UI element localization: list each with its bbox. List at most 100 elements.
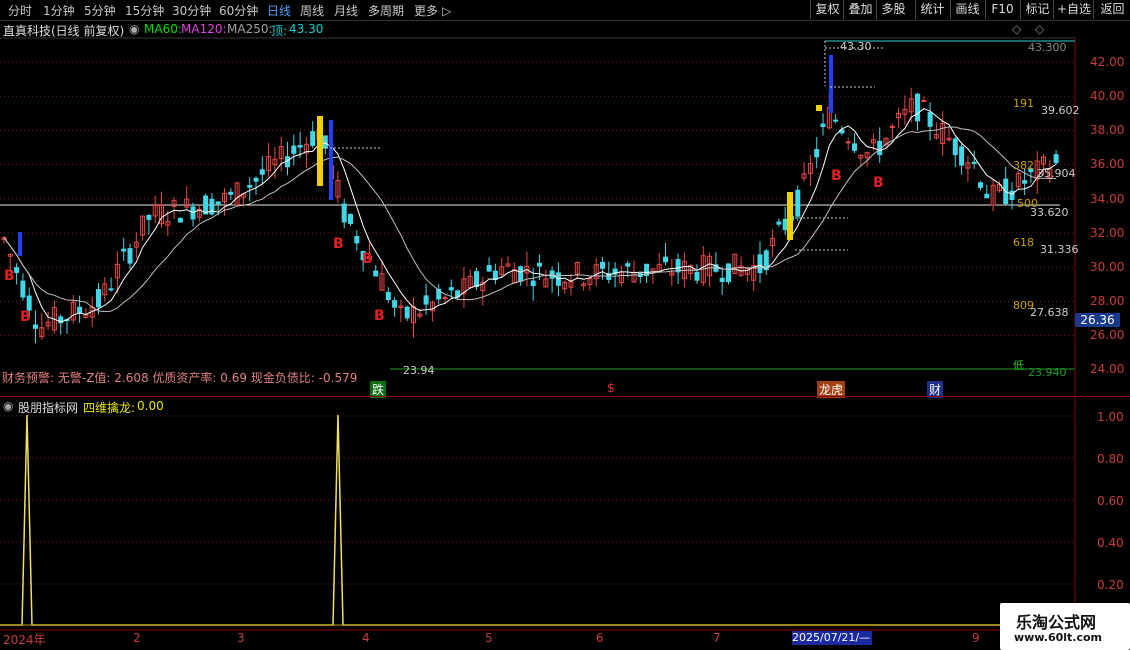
candle-body [177,217,183,223]
candle-body [663,256,668,263]
highlight-bar-yellow [816,105,822,111]
candle-body [14,267,20,273]
candle-body [121,248,127,252]
settings-icon[interactable]: ◉ [3,399,13,413]
candle-body [442,296,448,299]
event-marker-dollar[interactable]: $ [607,381,615,395]
candle-body [795,189,801,217]
sub-tick: 0.60 [1097,494,1124,508]
candle-body [518,266,524,282]
price-tick: 42.00 [1090,55,1125,69]
candle-body [247,184,253,188]
high-right-value: 43.300 [1028,41,1067,54]
candle-body [814,149,820,158]
highlight-bar-yellow [787,192,793,240]
candle-body [373,270,379,277]
fib-382-label: 382 [1013,159,1034,172]
price-tick: 40.00 [1090,89,1125,103]
candle-body [776,221,782,225]
candle-body [852,143,857,151]
sub-tick: 0.80 [1097,452,1124,466]
fib-500-value: 33.620 [1030,206,1069,219]
candle-body [203,195,209,215]
panel-divider[interactable] [0,396,1130,397]
candle-body [719,277,725,283]
candle-body [889,125,895,128]
price-tick: 26.00 [1090,328,1125,342]
price-tick: 30.00 [1090,260,1125,274]
watermark-url: www.60lt.com [1014,631,1103,644]
candle-body [127,248,133,264]
candle-body [354,235,360,244]
candle-body [915,93,920,122]
sub-tick: 0.20 [1097,578,1124,592]
buy-signal-label: B [873,175,884,191]
candle-body [310,131,316,146]
time-label: 3 [237,631,245,645]
time-label: 2024年 [3,633,46,647]
candle-body [297,144,303,148]
time-label: 2 [133,631,141,645]
price-tick: 34.00 [1090,192,1125,206]
candle-body [423,295,429,305]
buy-signal-label: B [362,251,373,267]
candle-body [726,263,731,283]
candle-body [978,182,983,188]
candle-body [782,218,788,231]
candle-body [757,254,763,274]
candle-body [259,169,265,175]
candle-body [820,123,826,127]
low-price-label: 23.94 [403,364,435,377]
fib-618-label: 618 [1013,236,1034,249]
buy-signal-label: B [4,268,15,284]
candle-body [952,138,958,156]
fib-618-value: 31.336 [1040,243,1079,256]
highlight-bar-blue [18,232,22,256]
highlight-bar-blue [329,120,333,200]
kline-chart[interactable] [0,0,1130,650]
time-label: 7 [713,631,721,645]
candle-body [530,280,536,287]
candle-body [675,258,681,273]
candle-body [385,291,391,301]
candle-body [291,145,297,154]
candle-body [348,214,353,224]
candle-body [486,265,492,272]
low-label: 低 [1013,359,1024,372]
candle-body [26,295,32,311]
price-tick: 28.00 [1090,294,1125,308]
sub-tick: 0.40 [1097,536,1124,550]
price-tick: 36.00 [1090,157,1125,171]
current-price-badge: 26.36 [1075,313,1120,327]
buy-signal-label: B [374,308,385,324]
low-right-value: 23.940 [1028,366,1067,379]
candle-body [971,161,977,164]
buy-signal-label: B [333,236,344,252]
candle-body [474,271,479,288]
candle-body [625,263,631,267]
candle-body [694,271,700,281]
candle-body [600,261,605,269]
sub-panel-name: 股朋指标网 [18,401,79,415]
price-tick: 32.00 [1090,226,1125,240]
candle-body [96,289,101,308]
candle-body [1022,180,1028,184]
fib-191-label: 191 [1013,97,1034,110]
highlight-bar-blue [829,55,833,113]
candle-body [404,306,410,319]
time-label: 6 [596,631,604,645]
watermark-logo: 乐淘公式网 www.60lt.com [1000,603,1130,650]
candle-body [108,288,114,291]
candle-body [927,111,933,127]
fib-382-value: 35.904 [1037,167,1076,180]
candle-body [448,287,454,291]
time-label: 4 [362,631,370,645]
time-label: 9 [972,631,980,645]
fib-191-value: 39.602 [1041,104,1080,117]
candle-body [833,119,839,122]
sub-tick: 1.00 [1097,410,1124,424]
buy-signal-label: B [831,168,842,184]
candle-body [77,306,83,314]
candle-body [20,280,26,298]
candle-body [322,135,328,149]
